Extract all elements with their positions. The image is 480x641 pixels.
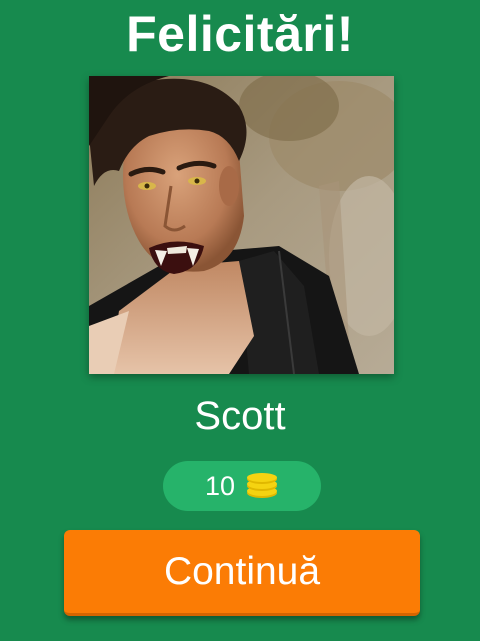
portrait-image <box>89 76 394 374</box>
result-screen: Felicitări! Scott 10 Continuă <box>0 0 480 641</box>
congrats-title: Felicitări! <box>126 6 354 62</box>
character-photo <box>89 76 394 374</box>
reward-badge: 10 <box>163 461 321 511</box>
answer-name: Scott <box>194 394 286 438</box>
coins-icon <box>247 473 278 498</box>
continue-button-label: Continuă <box>163 549 321 593</box>
continue-button[interactable]: Continuă <box>64 530 420 616</box>
reward-amount: 10 <box>204 471 236 501</box>
